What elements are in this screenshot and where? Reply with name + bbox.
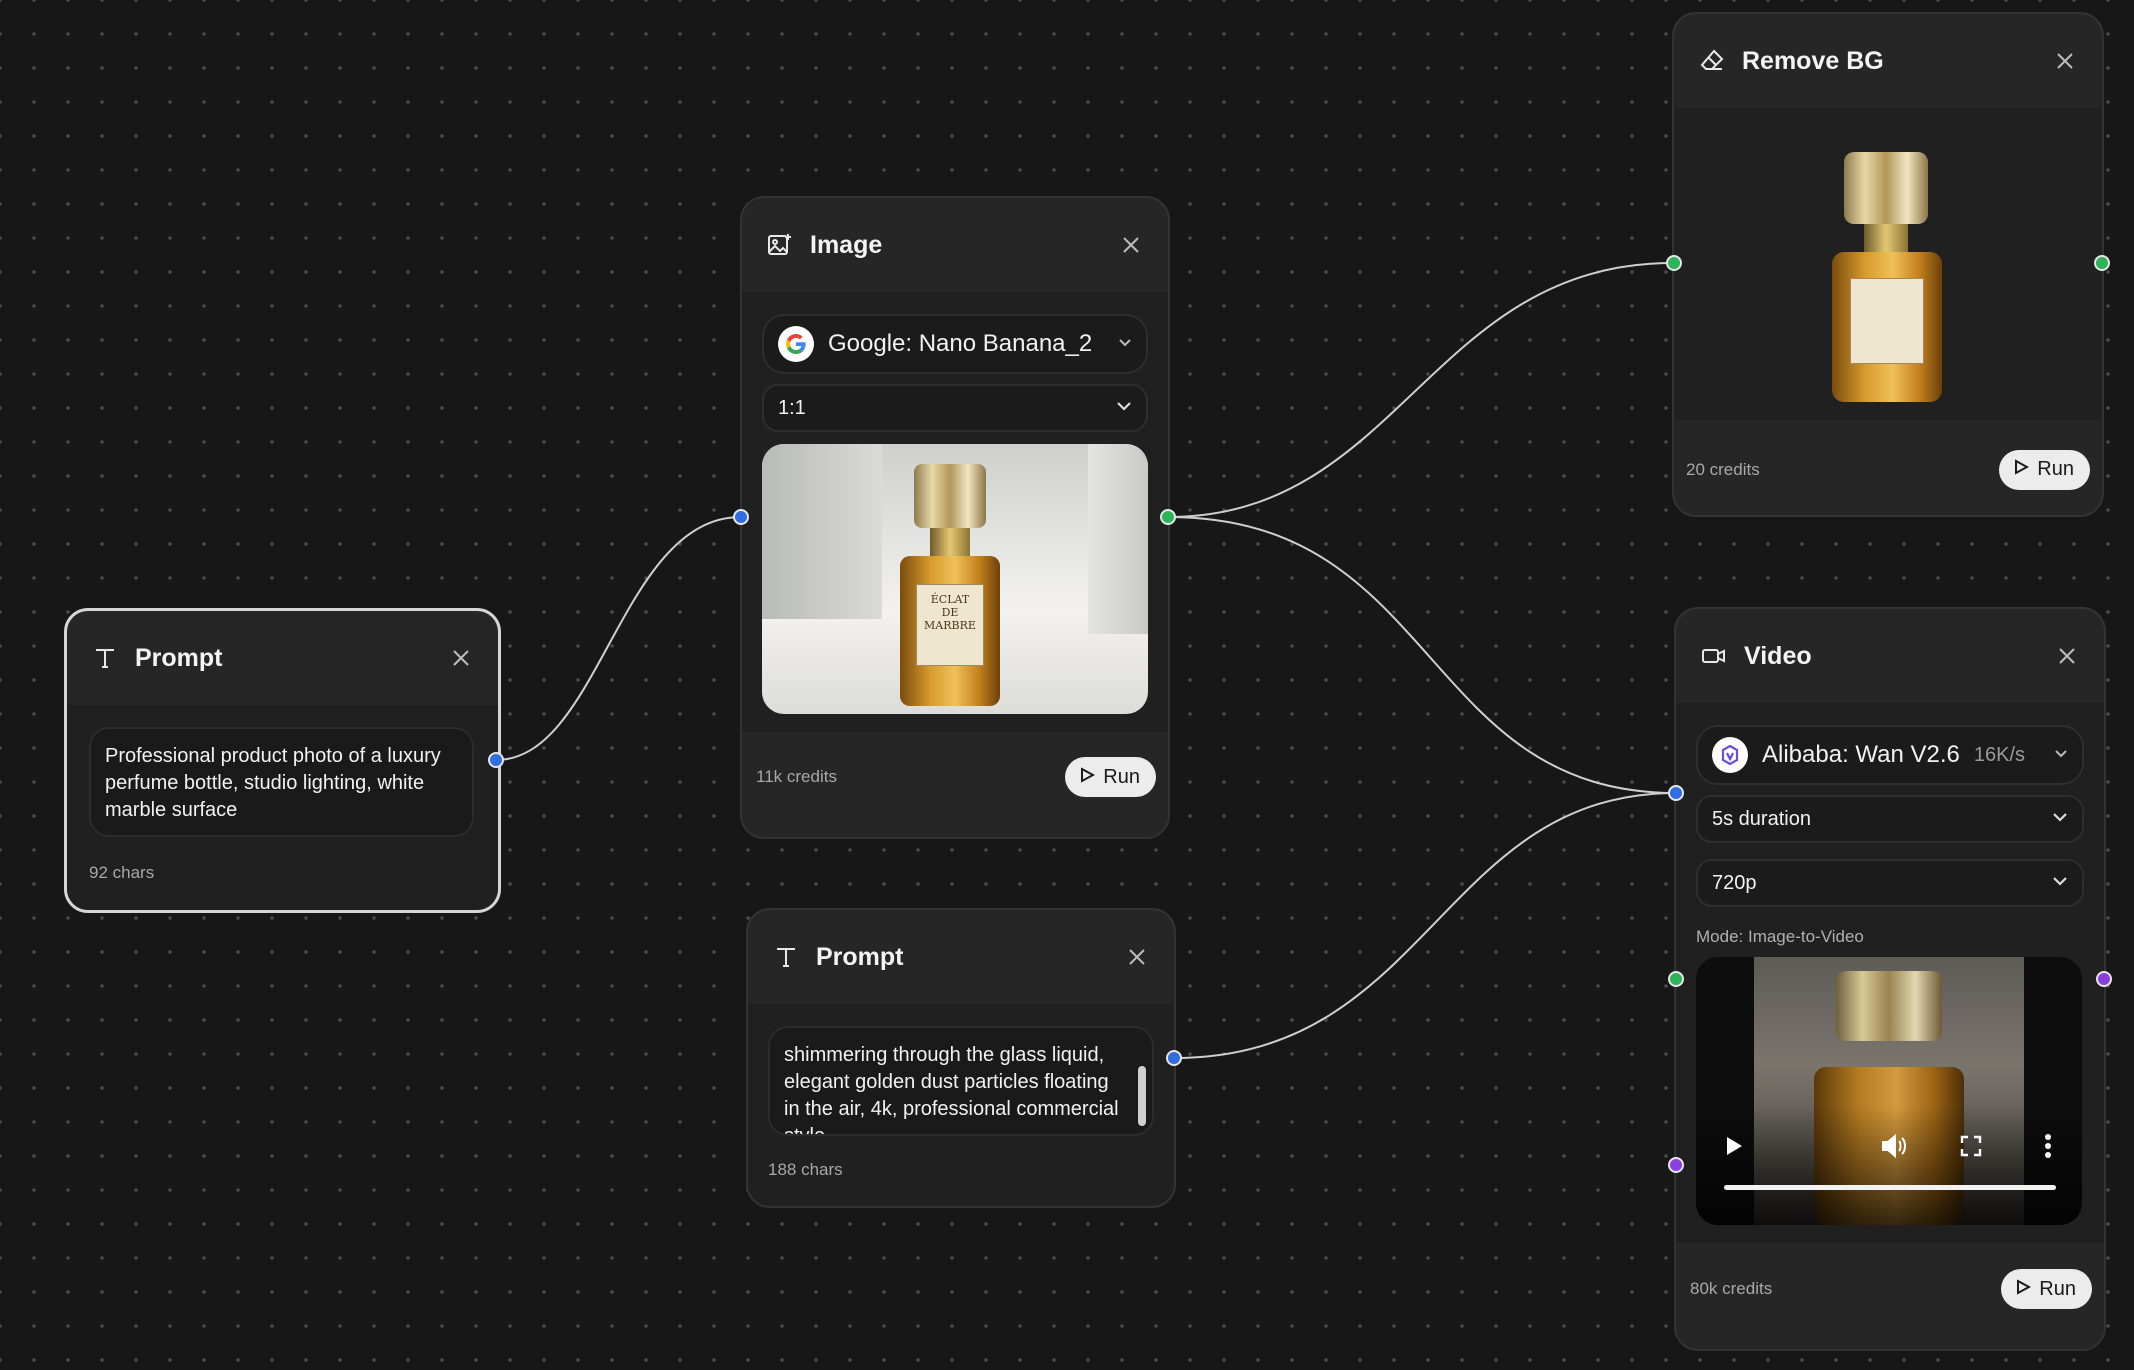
credits-label: 20 credits	[1686, 459, 1760, 479]
edge-image-removebg	[1167, 262, 1674, 518]
video-video-input-port[interactable]	[1668, 1157, 1684, 1173]
generated-image[interactable]: ÉCLAT DE MARBRE	[762, 444, 1148, 714]
char-count: 92 chars	[89, 863, 155, 882]
image-backdrop-right	[1088, 444, 1148, 634]
credits-label: 80k credits	[1690, 1279, 1773, 1298]
prompt-textarea[interactable]: Professional product photo of a luxury p…	[89, 727, 474, 837]
play-icon[interactable]	[1724, 1135, 1744, 1162]
video-bottle-cap	[1836, 971, 1942, 1041]
edge-prompt1-image	[495, 516, 742, 761]
text-icon	[91, 644, 119, 672]
bottle-cap	[1844, 152, 1928, 224]
eraser-icon	[1698, 47, 1726, 75]
node-title: Prompt	[816, 942, 904, 971]
duration-value: 5s duration	[1712, 807, 1811, 830]
play-icon	[1079, 766, 1096, 789]
bottle-label: ÉCLAT DE MARBRE	[916, 584, 984, 666]
video-camera-icon	[1700, 642, 1728, 670]
image-icon	[766, 231, 794, 259]
video-node[interactable]: Video Alibaba: Wan V2.6 16K/s 5s duratio…	[1674, 607, 2106, 1351]
more-options-icon[interactable]	[2044, 1133, 2052, 1164]
close-icon[interactable]	[2054, 643, 2080, 669]
resolution-select[interactable]: 720p	[1696, 859, 2084, 907]
aspect-ratio-value: 1:1	[778, 396, 806, 419]
image-output-port[interactable]	[1160, 509, 1176, 525]
image-backdrop-left	[762, 444, 882, 619]
volume-icon[interactable]	[1880, 1133, 1908, 1164]
run-button[interactable]: Run	[1065, 757, 1156, 797]
remove-bg-node[interactable]: Remove BG 20 credits Run	[1672, 12, 2104, 517]
resolution-value: 720p	[1712, 871, 1757, 894]
removebg-output-port[interactable]	[2094, 255, 2110, 271]
prompt-node-header[interactable]: Prompt	[748, 910, 1174, 1006]
run-label: Run	[2037, 458, 2074, 480]
model-name: Alibaba: Wan V2.6	[1762, 741, 1960, 768]
chevron-down-icon	[2052, 873, 2068, 894]
bottle-cap	[914, 464, 986, 528]
play-icon	[2015, 1278, 2032, 1301]
image-node[interactable]: Image Google: Nano Banana_2 1:1 ÉCLAT DE…	[740, 196, 1170, 839]
prompt2-output-port[interactable]	[1166, 1050, 1182, 1066]
model-select[interactable]: Google: Nano Banana_2	[762, 314, 1148, 374]
chevron-down-icon	[2052, 809, 2068, 830]
video-input-port[interactable]	[1668, 785, 1684, 801]
video-progress-track[interactable]	[1724, 1185, 2056, 1190]
textarea-scrollbar[interactable]	[1138, 1066, 1146, 1126]
prompt-node-1[interactable]: Prompt Professional product photo of a l…	[64, 608, 501, 913]
bottle-label	[1850, 278, 1924, 364]
run-label: Run	[2039, 1277, 2076, 1300]
alibaba-logo-icon	[1712, 737, 1748, 773]
remove-bg-node-header[interactable]: Remove BG	[1674, 14, 2102, 110]
edge-prompt2-video	[1173, 792, 1677, 1059]
video-controls-gradient	[1696, 1105, 2082, 1225]
node-title: Prompt	[135, 643, 223, 672]
node-title: Video	[1744, 641, 1812, 670]
close-icon[interactable]	[2052, 48, 2078, 74]
video-image-input-port[interactable]	[1668, 971, 1684, 987]
prompt-node-2[interactable]: Prompt shimmering through the glass liqu…	[746, 908, 1176, 1208]
run-label: Run	[1103, 765, 1140, 788]
bottle-neck	[930, 528, 970, 558]
node-title: Image	[810, 230, 883, 259]
text-icon	[772, 943, 800, 971]
video-progress-fill	[1724, 1185, 2056, 1190]
model-price: 16K/s	[1973, 743, 2026, 766]
run-button[interactable]: Run	[1999, 449, 2090, 490]
mode-label: Mode: Image-to-Video	[1696, 927, 1864, 946]
chevron-down-icon	[1118, 335, 1132, 354]
close-icon[interactable]	[448, 645, 474, 671]
video-node-header[interactable]: Video	[1676, 609, 2104, 705]
credits-label: 11k credits	[756, 767, 837, 786]
bottle-neck	[1864, 224, 1908, 254]
prompt-node-header[interactable]: Prompt	[67, 611, 498, 707]
prompt1-output-port[interactable]	[488, 752, 504, 768]
char-count: 188 chars	[768, 1160, 843, 1179]
model-name: Google: Nano Banana_2	[828, 330, 1093, 357]
image-node-header[interactable]: Image	[742, 198, 1168, 294]
image-input-port[interactable]	[733, 509, 749, 525]
fullscreen-icon[interactable]	[1960, 1135, 1982, 1162]
node-title: Remove BG	[1742, 46, 1884, 75]
prompt-textarea[interactable]: shimmering through the glass liquid, ele…	[768, 1026, 1154, 1136]
video-player[interactable]	[1696, 957, 2082, 1225]
removebg-input-port[interactable]	[1666, 255, 1682, 271]
chevron-down-icon	[2054, 746, 2068, 765]
edge-image-video	[1167, 516, 1677, 794]
run-button[interactable]: Run	[2001, 1269, 2092, 1309]
model-select[interactable]: Alibaba: Wan V2.6 16K/s	[1696, 725, 2084, 785]
removed-bg-image[interactable]	[1674, 110, 2102, 420]
chevron-down-icon	[1116, 398, 1132, 419]
close-icon[interactable]	[1124, 944, 1150, 970]
play-icon	[2013, 458, 2030, 481]
video-output-port[interactable]	[2096, 971, 2112, 987]
aspect-ratio-select[interactable]: 1:1	[762, 384, 1148, 432]
google-logo-icon	[778, 326, 814, 362]
close-icon[interactable]	[1118, 232, 1144, 258]
duration-select[interactable]: 5s duration	[1696, 795, 2084, 843]
